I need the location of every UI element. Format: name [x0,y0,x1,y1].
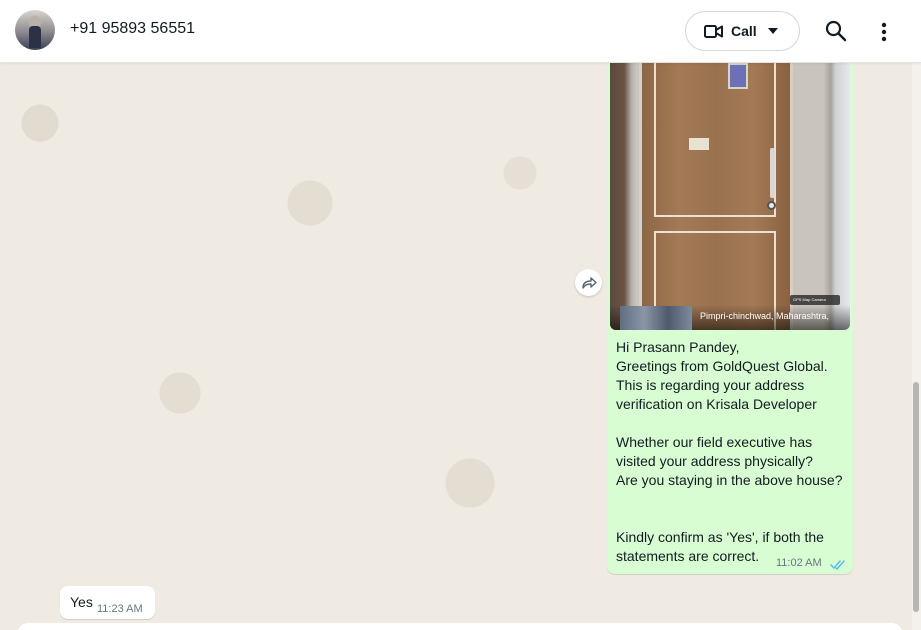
message-time: 11:02 AM [776,557,822,569]
chat-scrollbar-thumb[interactable] [913,382,919,612]
outgoing-message-bubble[interactable]: GPS Map Camera Pimpri-chinchwad, Maharas… [607,63,853,574]
gps-brand-stamp: GPS Map Camera [790,295,840,305]
search-icon[interactable] [824,19,848,43]
chat-area[interactable]: GPS Map Camera Pimpri-chinchwad, Maharas… [0,63,912,630]
video-camera-icon [704,25,723,38]
more-vertical-icon[interactable] [874,20,894,44]
contact-name[interactable]: +91 95893 56551 [70,20,195,38]
contact-avatar[interactable] [15,10,55,50]
message-photo[interactable]: GPS Map Camera Pimpri-chinchwad, Maharas… [610,63,850,330]
door-image [639,63,793,330]
call-label: Call [731,23,757,39]
caret-down-icon [768,28,778,34]
incoming-message-bubble[interactable]: Yes 11:23 AM [60,586,155,619]
forward-icon [581,276,597,289]
gps-map-thumbnail [620,306,692,330]
gps-location-text: Pimpri-chinchwad, Maharashtra, [700,311,830,321]
chat-header: +91 95893 56551 Call [0,0,921,63]
message-text: Hi Prasann Pandey, Greetings from GoldQu… [616,339,843,564]
double-check-read-icon [830,560,845,570]
message-time: 11:23 AM [97,603,143,615]
message-text: Yes [70,594,93,610]
forward-button[interactable] [575,269,602,296]
message-composer[interactable] [18,623,902,630]
call-button[interactable]: Call [685,11,800,51]
